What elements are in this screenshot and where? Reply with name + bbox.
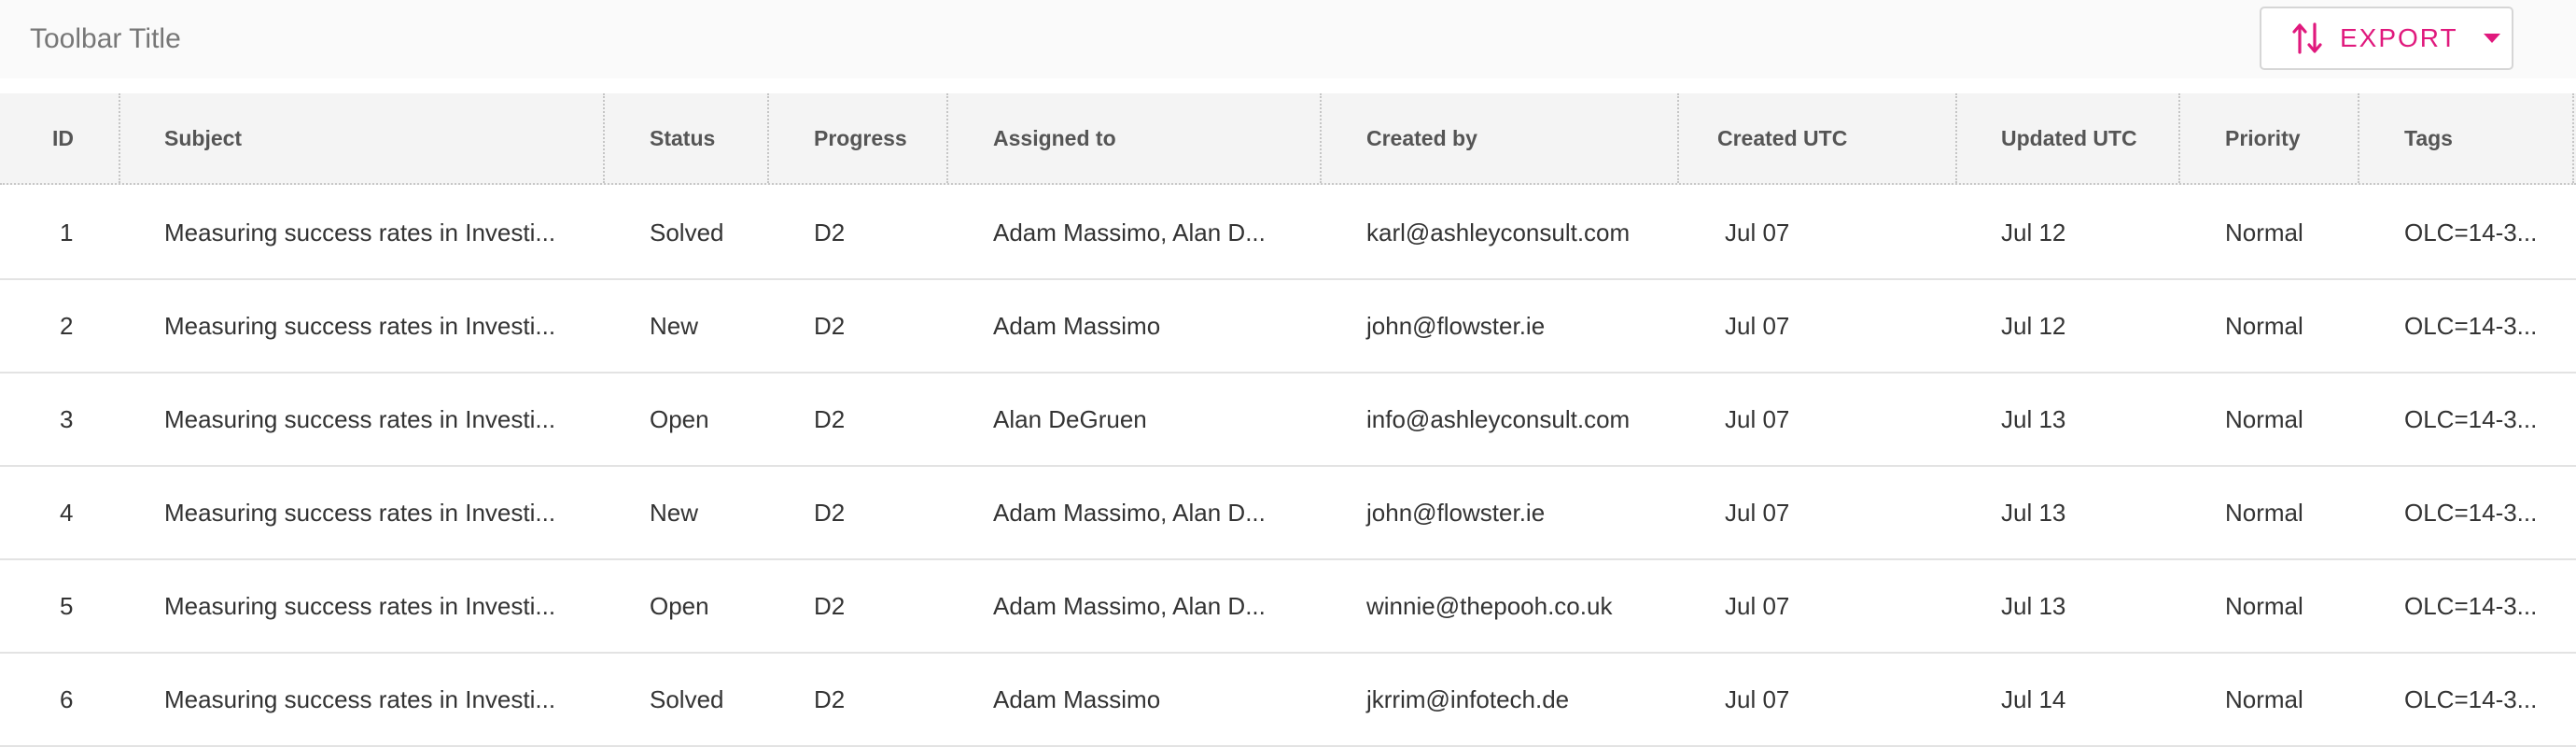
column-separator[interactable] — [1955, 93, 1957, 183]
cell-created-by: winnie@thepooh.co.uk — [1366, 592, 1613, 620]
table-row[interactable]: 1 Measuring success rates in Investi... … — [0, 187, 2576, 280]
cell-created-utc: Jul 07 — [1725, 312, 1790, 340]
cell-status: Open — [650, 405, 709, 433]
cell-priority: Normal — [2225, 685, 2303, 713]
caret-down-icon — [2483, 34, 2500, 43]
cell-updated-utc: Jul 13 — [2001, 405, 2066, 433]
cell-status: New — [650, 312, 699, 340]
cell-updated-utc: Jul 14 — [2001, 685, 2066, 713]
cell-subject: Measuring success rates in Investi... — [164, 405, 556, 433]
cell-created-utc: Jul 07 — [1725, 592, 1790, 620]
cell-updated-utc: Jul 12 — [2001, 218, 2066, 247]
cell-priority: Normal — [2225, 405, 2303, 433]
table-row[interactable]: 4 Measuring success rates in Investi... … — [0, 467, 2576, 560]
cell-progress: D2 — [814, 499, 846, 527]
column-separator[interactable] — [2358, 93, 2359, 183]
export-label: EXPORT — [2340, 23, 2458, 52]
cell-id: 6 — [60, 685, 74, 713]
sort-arrows-icon — [2292, 22, 2322, 54]
cell-id: 2 — [60, 312, 74, 340]
cell-tags: OLC=14-3... — [2404, 405, 2538, 433]
column-header-status[interactable]: Status — [650, 93, 715, 183]
column-header-updated-utc[interactable]: Updated UTC — [2001, 93, 2137, 183]
toolbar-title: Toolbar Title — [30, 23, 181, 54]
cell-status: New — [650, 499, 699, 527]
column-separator[interactable] — [946, 93, 948, 183]
column-header-created-by[interactable]: Created by — [1366, 93, 1477, 183]
column-separator[interactable] — [1320, 93, 1322, 183]
column-header-subject[interactable]: Subject — [164, 93, 242, 183]
cell-id: 3 — [60, 405, 74, 433]
cell-assigned-to: Adam Massimo — [993, 685, 1161, 713]
cell-progress: D2 — [814, 592, 846, 620]
column-header-progress[interactable]: Progress — [814, 93, 907, 183]
cell-id: 4 — [60, 499, 74, 527]
cell-priority: Normal — [2225, 312, 2303, 340]
cell-tags: OLC=14-3... — [2404, 592, 2538, 620]
cell-created-utc: Jul 07 — [1725, 218, 1790, 247]
cell-subject: Measuring success rates in Investi... — [164, 685, 556, 713]
column-header-tags[interactable]: Tags — [2404, 93, 2453, 183]
cell-created-utc: Jul 07 — [1725, 405, 1790, 433]
cell-tags: OLC=14-3... — [2404, 685, 2538, 713]
cell-created-utc: Jul 07 — [1725, 685, 1790, 713]
cell-id: 1 — [60, 218, 74, 247]
table-row[interactable]: 5 Measuring success rates in Investi... … — [0, 560, 2576, 654]
column-header-created-utc[interactable]: Created UTC — [1717, 93, 1847, 183]
cell-status: Open — [650, 592, 709, 620]
cell-assigned-to: Adam Massimo, Alan D... — [993, 592, 1266, 620]
column-separator[interactable] — [2178, 93, 2180, 183]
cell-id: 5 — [60, 592, 74, 620]
export-button[interactable]: EXPORT — [2260, 7, 2513, 70]
cell-status: Solved — [650, 218, 724, 247]
cell-updated-utc: Jul 12 — [2001, 312, 2066, 340]
cell-progress: D2 — [814, 405, 846, 433]
cell-status: Solved — [650, 685, 724, 713]
cell-assigned-to: Adam Massimo — [993, 312, 1161, 340]
cell-priority: Normal — [2225, 592, 2303, 620]
table-row[interactable]: 6 Measuring success rates in Investi... … — [0, 654, 2576, 747]
cell-progress: D2 — [814, 685, 846, 713]
cell-created-by: info@ashleyconsult.com — [1366, 405, 1631, 433]
grid-header: ID Subject Status Progress Assigned to C… — [0, 93, 2576, 185]
cell-tags: OLC=14-3... — [2404, 499, 2538, 527]
column-separator[interactable] — [767, 93, 769, 183]
cell-assigned-to: Adam Massimo, Alan D... — [993, 218, 1266, 247]
cell-progress: D2 — [814, 218, 846, 247]
cell-tags: OLC=14-3... — [2404, 312, 2538, 340]
column-separator — [2572, 93, 2574, 183]
column-header-priority[interactable]: Priority — [2225, 93, 2301, 183]
cell-assigned-to: Adam Massimo, Alan D... — [993, 499, 1266, 527]
cell-created-by: john@flowster.ie — [1366, 499, 1546, 527]
toolbar: Toolbar Title EXPORT — [0, 0, 2576, 78]
column-separator[interactable] — [119, 93, 120, 183]
cell-priority: Normal — [2225, 218, 2303, 247]
cell-created-by: jkrrim@infotech.de — [1366, 685, 1570, 713]
column-header-id[interactable]: ID — [52, 93, 74, 183]
cell-created-by: john@flowster.ie — [1366, 312, 1546, 340]
cell-created-by: karl@ashleyconsult.com — [1366, 218, 1631, 247]
cell-created-utc: Jul 07 — [1725, 499, 1790, 527]
cell-subject: Measuring success rates in Investi... — [164, 312, 556, 340]
cell-subject: Measuring success rates in Investi... — [164, 499, 556, 527]
cell-updated-utc: Jul 13 — [2001, 499, 2066, 527]
column-separator[interactable] — [1677, 93, 1679, 183]
cell-updated-utc: Jul 13 — [2001, 592, 2066, 620]
cell-progress: D2 — [814, 312, 846, 340]
cell-priority: Normal — [2225, 499, 2303, 527]
cell-subject: Measuring success rates in Investi... — [164, 218, 556, 247]
cell-tags: OLC=14-3... — [2404, 218, 2538, 247]
cell-assigned-to: Alan DeGruen — [993, 405, 1147, 433]
table-row[interactable]: 2 Measuring success rates in Investi... … — [0, 280, 2576, 374]
column-header-assigned-to[interactable]: Assigned to — [993, 93, 1116, 183]
column-separator[interactable] — [603, 93, 605, 183]
table-row[interactable]: 3 Measuring success rates in Investi... … — [0, 374, 2576, 467]
cell-subject: Measuring success rates in Investi... — [164, 592, 556, 620]
